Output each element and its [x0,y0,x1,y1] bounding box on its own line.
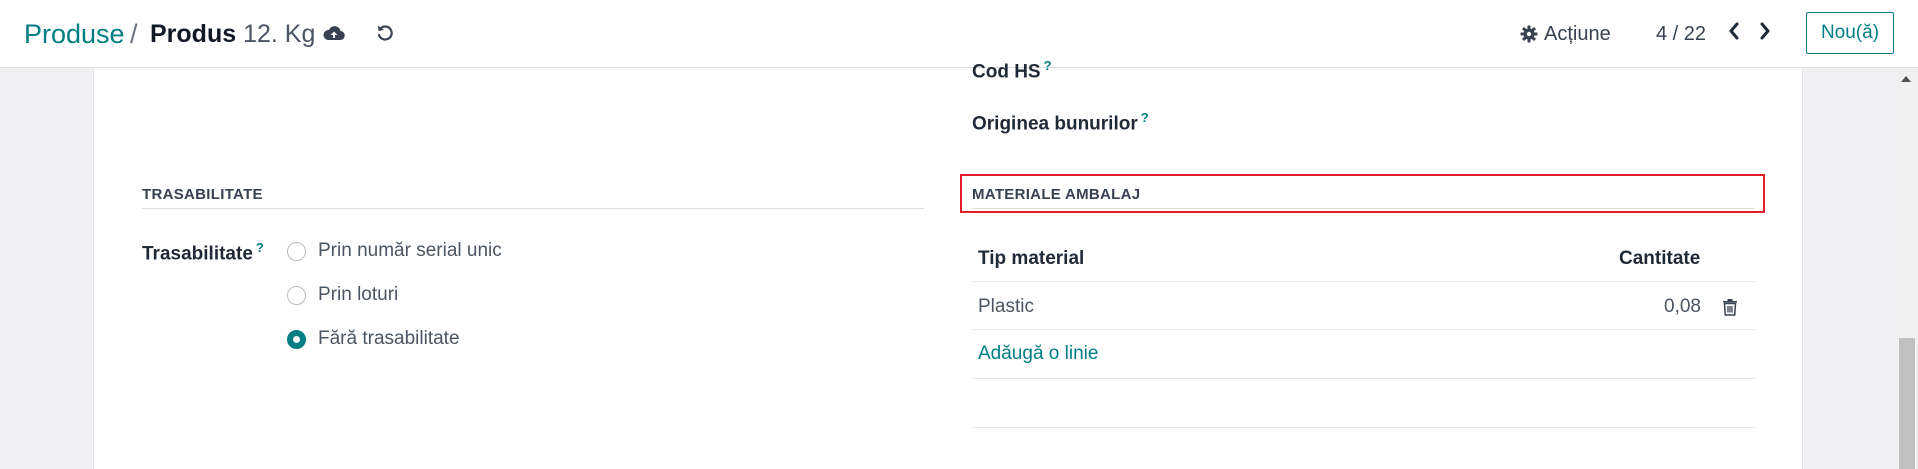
scroll-up-arrow-icon[interactable] [1901,76,1911,82]
column-header-quantity[interactable]: Cantitate [1619,248,1700,270]
traceability-label-text: Trasabilitate [142,243,253,265]
table-divider [972,329,1755,330]
traceability-section-title: TRASABILITATE [142,186,263,203]
scrollbar-thumb[interactable] [1899,338,1915,469]
table-divider [972,378,1755,379]
pager-previous-button[interactable] [1719,16,1749,46]
breadcrumb-parent[interactable]: Produse [24,18,125,50]
radio-button-checked[interactable] [287,329,306,349]
radio-button[interactable] [287,285,306,305]
radio-option-serial[interactable]: Prin număr serial unic [287,240,502,262]
action-label: Acțiune [1544,22,1611,45]
radio-option-lots[interactable]: Prin loturi [287,284,398,306]
pager-value[interactable]: 4 / 22 [1656,21,1706,47]
chevron-left-icon [1729,22,1739,40]
table-cell-material[interactable]: Plastic [978,296,1034,318]
radio-label: Prin număr serial unic [318,240,502,261]
breadcrumb-current: Produs 12. Kg [150,18,315,50]
table-cell-quantity[interactable]: 0,08 [1664,296,1701,318]
column-header-material[interactable]: Tip material [978,248,1084,270]
highlight-annotation-box [960,174,1765,213]
breadcrumb-current-rest: 12. Kg [243,20,316,48]
breadcrumb-current-bold: Produs [150,20,237,48]
radio-label: Prin loturi [318,284,399,305]
chevron-right-icon [1760,22,1770,40]
cloud-upload-icon [323,26,345,41]
radio-label: Fără trasabilitate [318,328,460,349]
control-panel: Produse / Produs 12. Kg Acțiune 4 / 22 N… [0,0,1918,68]
help-tooltip-icon[interactable]: ? [1141,110,1149,125]
vertical-scrollbar[interactable] [1896,68,1918,469]
save-button[interactable] [319,18,349,48]
table-divider [972,427,1755,428]
traceability-separator [142,208,924,209]
action-menu-button[interactable]: Acțiune [1520,19,1611,49]
breadcrumb-separator: / [130,19,138,49]
radio-button[interactable] [287,241,306,261]
trash-icon [1723,299,1737,316]
discard-button[interactable] [370,18,400,48]
origin-label-text: Originea bunurilor [972,113,1138,135]
cod-hs-label: Cod HS? [972,58,1052,83]
traceability-label: Trasabilitate? [142,240,264,265]
add-line-link[interactable]: Adăugă o linie [978,343,1098,365]
delete-row-button[interactable] [1715,292,1745,322]
pager-next-button[interactable] [1750,16,1780,46]
table-divider [972,281,1755,282]
help-tooltip-icon[interactable]: ? [256,240,264,255]
help-tooltip-icon[interactable]: ? [1044,58,1052,73]
origin-label: Originea bunurilor? [972,110,1149,135]
new-record-button[interactable]: Nou(ă) [1806,12,1894,54]
radio-option-none[interactable]: Fără trasabilitate [287,328,460,350]
cod-hs-label-text: Cod HS [972,61,1041,83]
undo-icon [377,25,393,41]
gear-icon [1520,25,1538,43]
form-sheet [93,68,1803,469]
